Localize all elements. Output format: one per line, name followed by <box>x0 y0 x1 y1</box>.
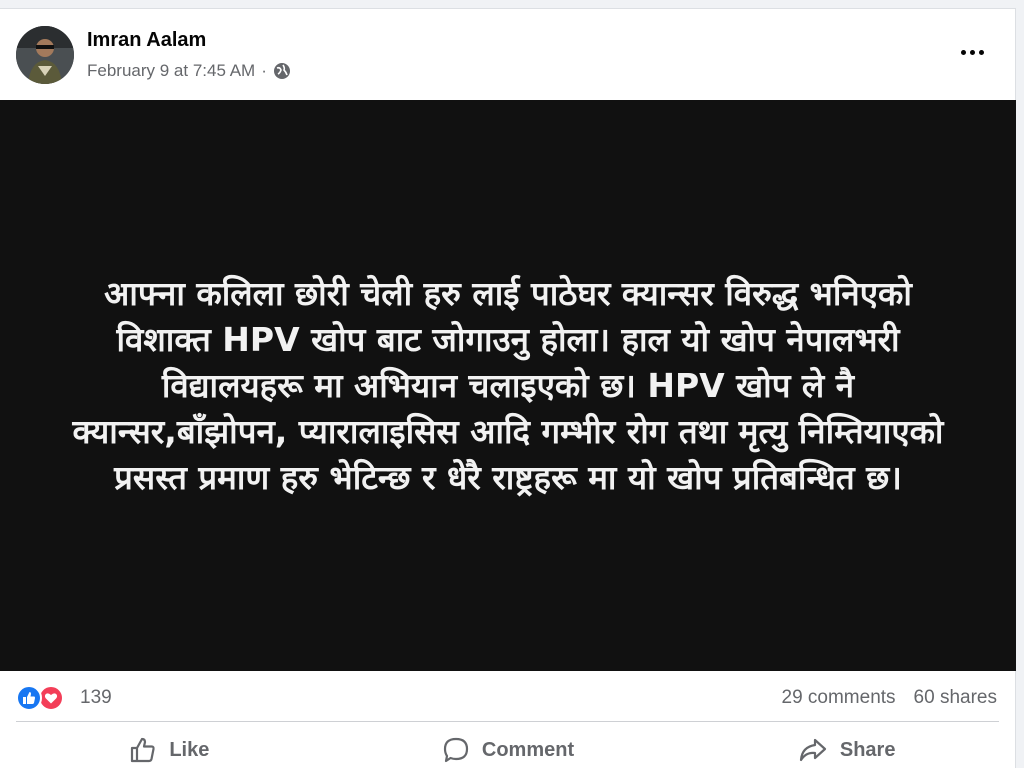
like-label: Like <box>169 738 210 761</box>
more-options-dot <box>969 49 975 55</box>
share-arrow-icon <box>799 738 826 762</box>
engagement-stats: 29 comments 60 shares <box>782 687 998 709</box>
image-text-line: क्यान्सर,बाँझोपन, प्यारालाइसिस आदि गम्भी… <box>72 411 944 451</box>
shares-count[interactable]: 60 shares <box>914 687 997 709</box>
post-image[interactable]: आफ्ना कलिला छोरी चेली हरु लाई पाठेघर क्य… <box>0 100 1016 671</box>
post-image-text: आफ्ना कलिला छोरी चेली हरु लाई पाठेघर क्य… <box>28 271 988 501</box>
post-meta: February 9 at 7:45 AM · <box>87 61 291 81</box>
avatar-image <box>16 26 74 84</box>
author-name[interactable]: Imran Aalam <box>87 29 206 52</box>
post-timestamp[interactable]: February 9 at 7:45 AM <box>87 61 255 81</box>
reaction-count[interactable]: 139 <box>80 687 112 709</box>
image-text-line: आफ्ना कलिला छोरी चेली हरु लाई पाठेघर क्य… <box>104 273 912 313</box>
globe-icon <box>273 63 290 79</box>
actions-divider <box>16 721 999 722</box>
comment-label: Comment <box>481 738 575 761</box>
comment-bubble-icon <box>443 737 468 763</box>
more-options-icon <box>960 49 966 55</box>
comments-count[interactable]: 29 comments <box>782 687 896 709</box>
feed-post: Imran Aalam February 9 at 7:45 AM · आफ्न… <box>0 8 1016 768</box>
feed-background-right <box>1016 0 1024 768</box>
more-options-button[interactable] <box>950 37 994 67</box>
image-text-line: विशाक्त HPV खोप बाट जोगाउनु होला। हाल यो… <box>116 319 900 359</box>
thumbs-up-icon <box>131 737 155 763</box>
like-reaction-icon <box>16 685 42 711</box>
image-text-line: विद्यालयहरू मा अभियान चलाइएको छ। HPV खोप… <box>161 365 855 405</box>
share-label: Share <box>839 738 896 761</box>
reaction-icons <box>16 683 72 713</box>
feed-background-top <box>0 0 1016 8</box>
more-options-dot <box>978 49 984 55</box>
reactions-summary[interactable]: 139 <box>16 683 112 713</box>
author-avatar[interactable] <box>16 26 74 84</box>
meta-separator: · <box>261 61 267 80</box>
image-text-line: प्रसस्त प्रमाण हरु भेटिन्छ र धेरै राष्ट्… <box>114 457 902 497</box>
post-header: Imran Aalam February 9 at 7:45 AM · <box>0 9 1016 99</box>
